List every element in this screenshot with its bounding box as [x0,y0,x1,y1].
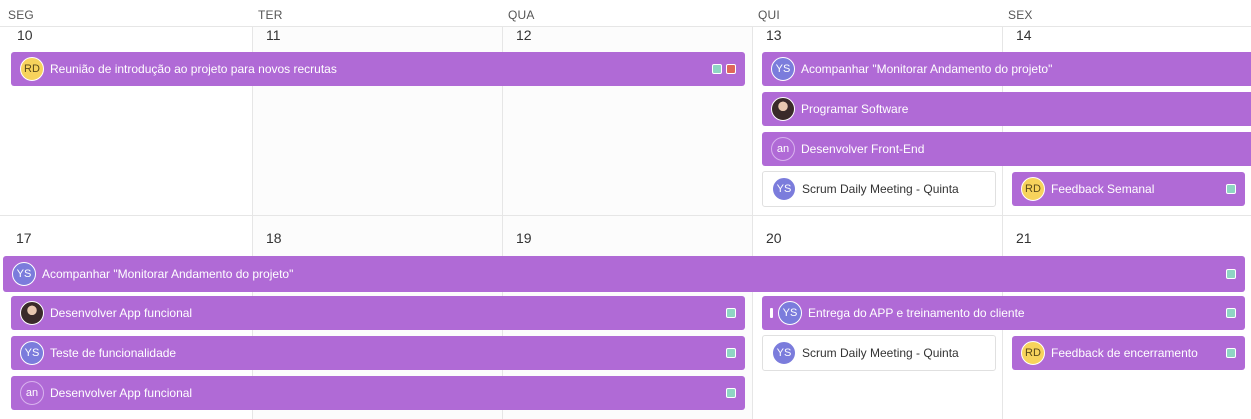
tag-teal-icon [1226,269,1236,279]
tag-teal-icon [726,308,736,318]
weekday-tue: TER [258,8,283,22]
day-number: 17 [16,230,32,246]
event-card[interactable]: YS Scrum Daily Meeting - Quinta [762,335,996,371]
tag-teal-icon [726,348,736,358]
event-title: Desenvolver Front-End [801,142,925,156]
event-card[interactable]: RD Feedback de encerramento [1012,336,1245,370]
day-number: 21 [1016,230,1032,246]
avatar: YS [20,341,44,365]
event-title: Feedback Semanal [1051,182,1155,196]
avatar: RD [20,57,44,81]
avatar: RD [1021,341,1045,365]
event-title: Desenvolver App funcional [50,306,193,320]
event-card[interactable]: Desenvolver App funcional [11,296,745,330]
avatar: YS [772,177,796,201]
week-row-1: 10 11 12 13 14 RD Reunião de introdução … [0,27,1251,216]
weekday-fri: SEX [1008,8,1033,22]
event-card[interactable]: YS Acompanhar "Monitorar Andamento do pr… [3,256,1245,292]
day-number: 12 [516,27,532,43]
tag-teal-icon [1226,308,1236,318]
event-title: Scrum Daily Meeting - Quinta [802,182,959,196]
event-title: Feedback de encerramento [1051,346,1198,360]
event-title: Teste de funcionalidade [50,346,177,360]
day-number: 10 [17,27,33,43]
week-row-2: 17 18 19 20 21 YS Acompanhar "Monitorar … [0,216,1251,419]
event-title: Desenvolver App funcional [50,386,193,400]
weekday-thu: QUI [758,8,780,22]
event-card[interactable]: YS Scrum Daily Meeting - Quinta [762,171,996,207]
tag-teal-icon [726,388,736,398]
day-number: 13 [766,27,782,43]
event-title: Programar Software [801,102,909,116]
avatar: RD [1021,177,1045,201]
event-title: Acompanhar "Monitorar Andamento do proje… [801,62,1053,76]
event-title: Scrum Daily Meeting - Quinta [802,346,959,360]
day-number: 14 [1016,27,1032,43]
avatar: YS [12,262,36,286]
event-title: Reunião de introdução ao projeto para no… [50,62,337,76]
event-card[interactable]: Programar Software [762,92,1251,126]
weekday-header: SEG TER QUA QUI SEX [0,0,1251,27]
day-number: 11 [266,27,281,43]
day-number: 20 [766,230,782,246]
event-card[interactable]: an Desenvolver App funcional [11,376,745,410]
tag-red-icon [726,64,736,74]
tag-teal-icon [1226,184,1236,194]
continuation-marker [770,308,773,318]
event-card[interactable]: an Desenvolver Front-End [762,132,1251,166]
tag-teal-icon [712,64,722,74]
user-photo-avatar [20,301,44,325]
avatar: YS [771,57,795,81]
avatar: an [771,137,795,161]
tag-teal-icon [1226,348,1236,358]
user-photo-avatar [771,97,795,121]
avatar: YS [772,341,796,365]
avatar: YS [778,301,802,325]
event-card[interactable]: YS Entrega do APP e treinamento do clien… [762,296,1245,330]
weekday-mon: SEG [8,8,34,22]
event-card[interactable]: RD Reunião de introdução ao projeto para… [11,52,745,86]
day-number: 18 [266,230,282,246]
weekday-wed: QUA [508,8,535,22]
event-title: Acompanhar "Monitorar Andamento do proje… [42,267,294,281]
event-card[interactable]: YS Acompanhar "Monitorar Andamento do pr… [762,52,1251,86]
event-card[interactable]: YS Teste de funcionalidade [11,336,745,370]
avatar: an [20,381,44,405]
event-card[interactable]: RD Feedback Semanal [1012,172,1245,206]
day-number: 19 [516,230,532,246]
event-title: Entrega do APP e treinamento do cliente [808,306,1025,320]
